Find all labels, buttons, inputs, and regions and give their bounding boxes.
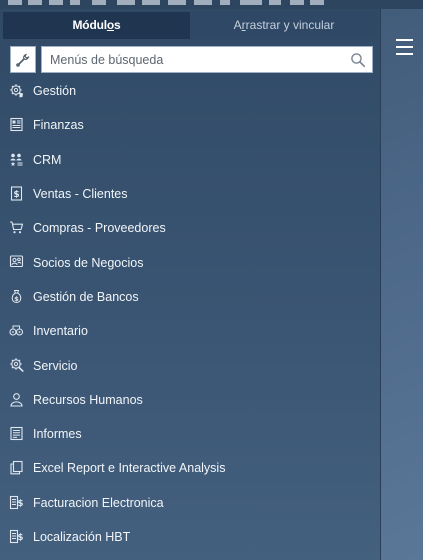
top-toolbar-strip (0, 0, 423, 9)
menu-item-socios-de-negocios[interactable]: Socios de Negocios (0, 245, 380, 279)
menu-item-facturacion-electronica[interactable]: $ Facturacion Electronica (0, 486, 380, 520)
panel-tabs: Módulos Arrastrar y vincular (3, 12, 378, 39)
gear-shield-icon (10, 84, 23, 98)
search-row (10, 46, 374, 75)
contacts-icon (9, 255, 24, 268)
ledger-icon (10, 118, 23, 132)
menu-item-localizacion-hbt[interactable]: $ Localización HBT (0, 520, 380, 554)
localization-icon: $ (9, 529, 24, 543)
boxes-icon (9, 325, 24, 336)
tools-button[interactable] (10, 46, 36, 73)
menu-item-compras-proveedores[interactable]: Compras - Proveedores (0, 211, 380, 245)
dollar-document-icon: $ (10, 186, 23, 201)
tab-arrastrar-label: Arrastrar y vincular (233, 18, 335, 32)
menu-item-label: Servicio (33, 358, 78, 373)
people-star-icon (10, 153, 23, 166)
person-icon (10, 392, 23, 407)
menu-item-label: Informes (33, 427, 82, 442)
search-input[interactable] (50, 47, 340, 72)
menu-item-label: Compras - Proveedores (33, 221, 166, 236)
menu-item-label: Finanzas (33, 118, 84, 133)
tab-modulos-label: Módulos (72, 18, 121, 32)
menu-item-finanzas[interactable]: Finanzas (0, 108, 380, 142)
invoice-dollar-icon: $ (9, 495, 24, 509)
module-menu: Gestión Finanzas CRM $ Ventas - Clientes… (0, 74, 380, 554)
menu-item-recursos-humanos[interactable]: Recursos Humanos (0, 383, 380, 417)
svg-text:$: $ (18, 533, 24, 543)
menu-item-label: Localización HBT (33, 530, 131, 544)
menu-item-excel-report[interactable]: Excel Report e Interactive Analysis (0, 451, 380, 485)
cart-icon (10, 221, 24, 234)
menu-item-label: Excel Report e Interactive Analysis (33, 461, 226, 476)
svg-text:$: $ (18, 499, 24, 509)
money-bag-icon: $ (11, 289, 22, 303)
menu-item-label: Facturacion Electronica (33, 495, 164, 510)
menu-item-label: CRM (33, 152, 62, 167)
wrench-icon (16, 53, 30, 67)
menu-item-label: Ventas - Clientes (33, 187, 128, 202)
menu-item-label: Gestión de Bancos (33, 289, 139, 304)
menu-item-ventas-clientes[interactable]: $ Ventas - Clientes (0, 177, 380, 211)
tab-arrastrar-y-vincular[interactable]: Arrastrar y vincular (190, 12, 378, 39)
menu-item-informes[interactable]: Informes (0, 417, 380, 451)
menu-item-label: Recursos Humanos (33, 392, 143, 407)
menu-item-label: Inventario (33, 324, 88, 339)
hamburger-menu-icon[interactable] (396, 39, 415, 56)
menu-item-gestion[interactable]: Gestión (0, 74, 380, 108)
copy-documents-icon (10, 461, 23, 475)
menu-item-gestion-de-bancos[interactable]: $ Gestión de Bancos (0, 280, 380, 314)
menu-item-label: Gestión (33, 84, 77, 99)
report-icon (10, 426, 23, 441)
modules-panel: Módulos Arrastrar y vincular Menús de bú… (0, 9, 381, 560)
tab-modulos[interactable]: Módulos (3, 12, 190, 39)
search-icon[interactable] (350, 52, 366, 68)
menu-item-crm[interactable]: CRM (0, 143, 380, 177)
svg-text:$: $ (14, 295, 19, 303)
svg-text:$: $ (13, 190, 19, 200)
menu-item-servicio[interactable]: Servicio (0, 348, 380, 382)
menu-item-label: Socios de Negocios (33, 255, 144, 270)
menu-item-inventario[interactable]: Inventario (0, 314, 380, 348)
gear-wrench-icon (10, 358, 24, 373)
search-field (41, 46, 373, 73)
